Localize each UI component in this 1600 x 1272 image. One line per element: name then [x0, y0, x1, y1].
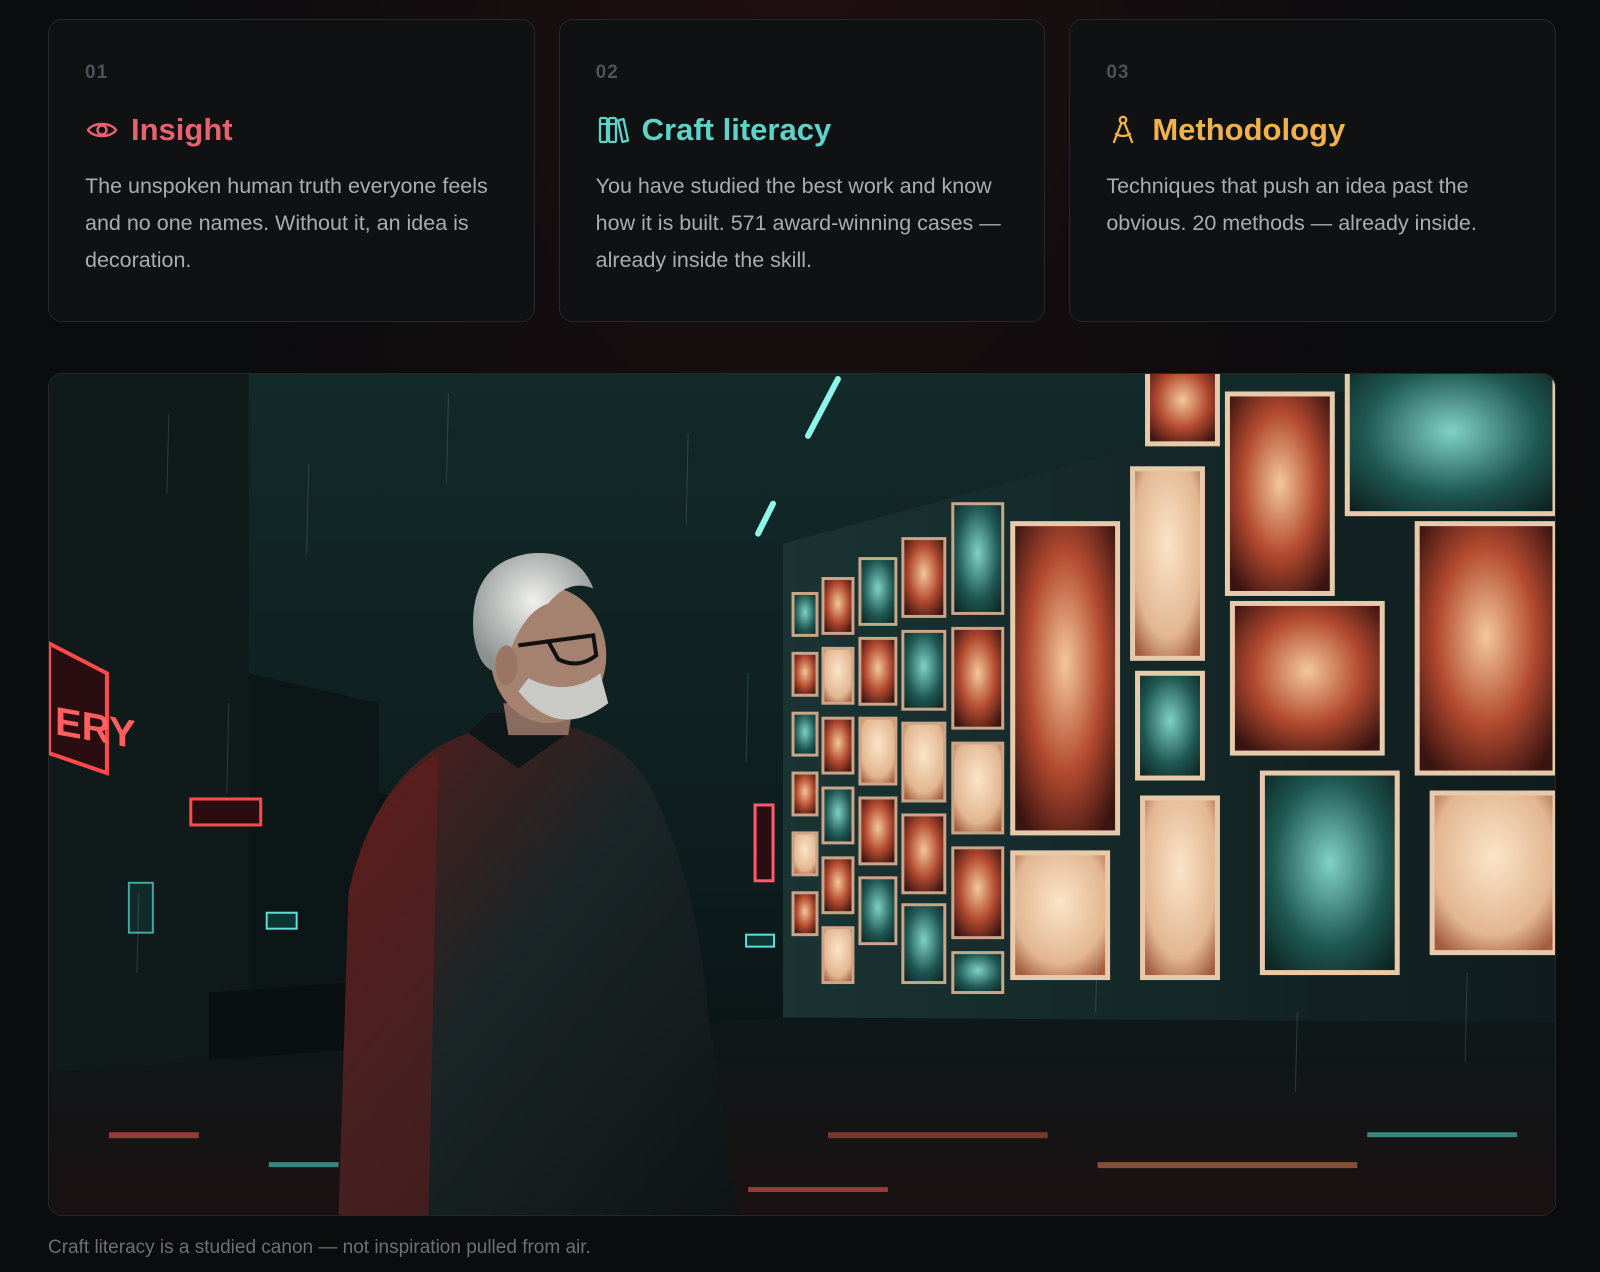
books-icon [598, 116, 629, 144]
card-header: Craft literacy [596, 110, 1009, 150]
card-title: Methodology [1152, 112, 1346, 147]
card-number: 01 [85, 62, 109, 83]
illustration-man-poster-wall: ERY [49, 374, 1555, 1215]
card-description: The unspoken human truth everyone feels … [85, 174, 488, 272]
card-number: 02 [595, 62, 619, 83]
craft-literacy-card: 02 Craft literacy You have studied the b… [558, 19, 1046, 322]
card-description: Techniques that push an idea past the ob… [1106, 174, 1477, 235]
card-title: Craft literacy [641, 112, 832, 147]
pillars-section: 01 Insight The unspoken human truth ever… [48, 19, 1557, 322]
card-title: Insight [131, 112, 233, 147]
card-header: Insight [85, 110, 498, 150]
compass-icon [1113, 115, 1134, 144]
insight-card: 01 Insight The unspoken human truth ever… [48, 19, 535, 322]
eye-icon [86, 122, 118, 138]
methodology-card: 03 Methodology Techniques that push an i… [1069, 19, 1557, 322]
card-header: Methodology [1106, 110, 1519, 150]
hero-illustration: ERY [48, 373, 1556, 1216]
card-description: You have studied the best work and know … [595, 174, 1001, 272]
image-caption: Craft literacy is a studied canon — not … [48, 1237, 591, 1258]
card-number: 03 [1106, 62, 1130, 83]
